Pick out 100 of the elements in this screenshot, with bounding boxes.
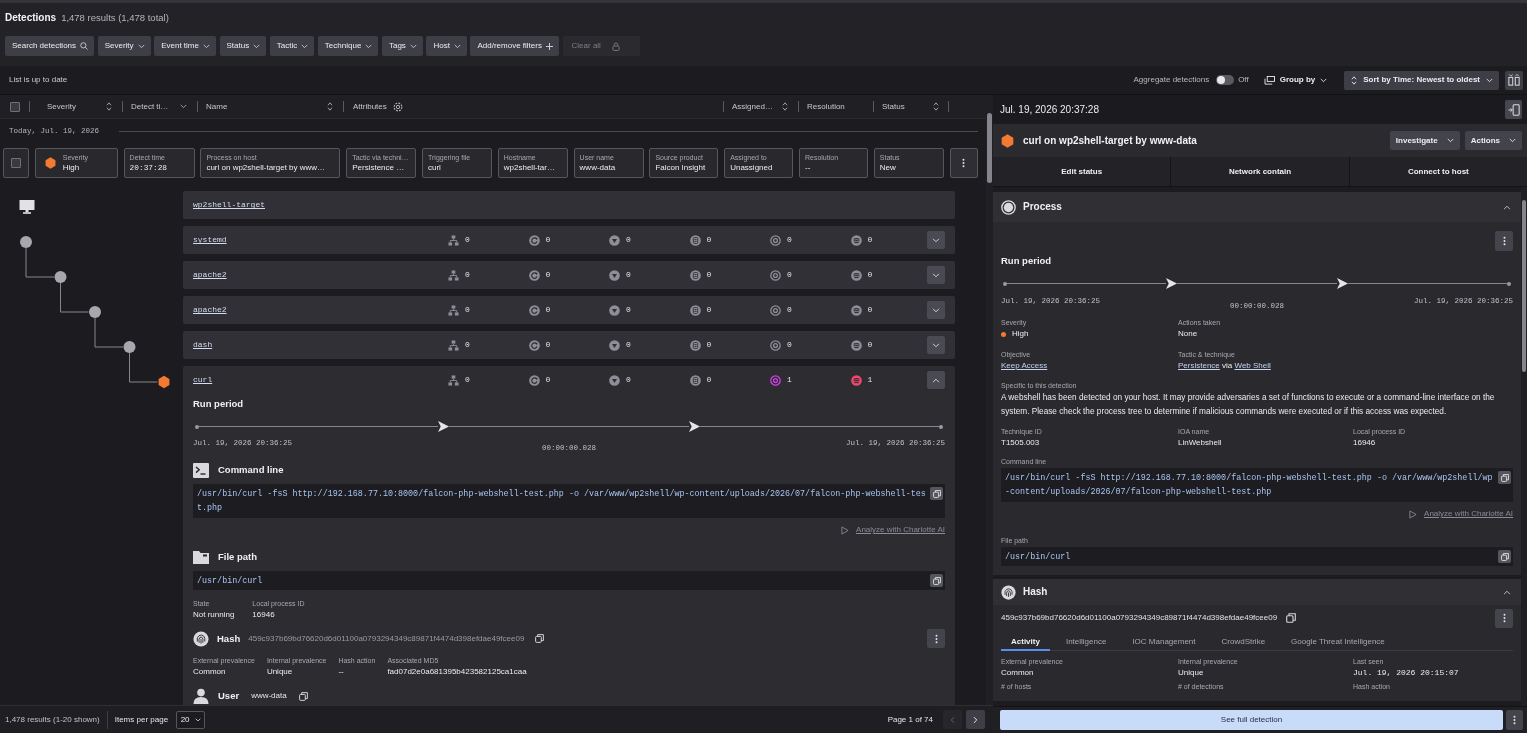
more-button[interactable] [1495, 231, 1513, 251]
count-value: 1 [867, 375, 873, 385]
column-header[interactable]: Severity [30, 96, 122, 117]
scrollbar[interactable] [1521, 187, 1527, 706]
fact-link[interactable]: Keep Access [1001, 361, 1048, 370]
column-header[interactable]: Status [874, 96, 948, 117]
filter-dropdown[interactable]: Status [219, 36, 267, 56]
see-full-detection-button[interactable]: See full detection [1000, 710, 1503, 730]
copy-icon[interactable] [535, 634, 545, 643]
detection-node[interactable] [158, 375, 170, 389]
count-value: 0 [626, 235, 631, 245]
host-link[interactable]: wp2shell-target [193, 200, 265, 210]
section-heading: Run period [1001, 255, 1053, 267]
fact-link[interactable]: Persistence [1178, 361, 1220, 370]
items-per-page-dropdown[interactable]: 20 [176, 710, 206, 729]
section-heading: Run period [193, 398, 245, 410]
fact-value: -- [338, 667, 345, 677]
section-title: Hash [1023, 586, 1048, 598]
filter-dropdown[interactable]: Severity [97, 36, 151, 56]
copy-button[interactable] [930, 487, 943, 500]
filter-dropdown[interactable]: Host [426, 36, 467, 56]
fact-value: fad07d2e0a681395b423582125ca1caa [387, 667, 527, 677]
more-button[interactable] [1506, 710, 1523, 730]
select-all-checkbox[interactable] [9, 101, 20, 112]
copy-button[interactable] [1498, 550, 1511, 563]
copy-button[interactable] [930, 574, 943, 587]
field-value: -- [804, 162, 812, 173]
count-value: 0 [867, 340, 873, 350]
chevron-down-icon [137, 43, 145, 49]
filter-dropdown[interactable]: Technique [317, 36, 379, 56]
count-value: 0 [545, 340, 551, 350]
sort-button[interactable]: Sort by Time: Newest to oldest [1344, 70, 1499, 90]
chevron-down-icon [932, 342, 940, 348]
field-value: Unassigned [730, 162, 774, 173]
fact-value: Common [1001, 668, 1035, 678]
column-header[interactable]: Resolution [799, 96, 873, 117]
column-header[interactable]: Detect ti… [123, 96, 197, 117]
process-link[interactable]: curl [193, 375, 213, 385]
fact-value: Unique [266, 667, 294, 677]
copy-button[interactable] [1498, 471, 1511, 484]
action-button[interactable]: Connect to host [1349, 157, 1527, 186]
column-header[interactable]: Assigned… [724, 96, 798, 117]
hexagon-icon [1001, 133, 1014, 148]
sort-icon [106, 102, 112, 111]
filter-dropdown[interactable]: Event time [154, 36, 216, 56]
tab[interactable]: Intelligence [1055, 634, 1117, 651]
chevron-down-icon [932, 307, 940, 313]
group-by-button[interactable]: Group by [1263, 71, 1328, 89]
chevron-down-icon [1320, 77, 1328, 83]
sort-icon [1351, 75, 1358, 85]
fact-link[interactable]: Web Shell [1234, 361, 1271, 370]
tab[interactable]: IOC Management [1122, 634, 1206, 651]
hexagon-icon [44, 157, 56, 169]
more-button[interactable] [927, 629, 945, 648]
menu-button[interactable]: Actions [1464, 131, 1522, 150]
count-value: 1 [787, 375, 792, 385]
action-button[interactable]: Network contain [1171, 157, 1349, 186]
more-button[interactable] [949, 148, 978, 178]
count-value: 0 [867, 235, 873, 245]
process-link[interactable]: systemd [193, 235, 227, 245]
more-button[interactable] [1495, 608, 1513, 628]
file-path-text: /usr/bin/curl [1005, 551, 1072, 564]
field-value: Falcon Insight [655, 162, 707, 173]
split-view-button[interactable] [1505, 70, 1523, 90]
kebab-icon [962, 158, 966, 168]
search-button[interactable]: Search detections [5, 36, 95, 56]
process-node[interactable] [20, 236, 32, 248]
collapse-panel-button[interactable] [1505, 100, 1522, 119]
process-node[interactable] [54, 271, 67, 283]
stack-icon [1263, 75, 1275, 85]
count-value: 0 [787, 305, 792, 315]
severity-dot [1001, 331, 1006, 337]
aggregate-toggle[interactable] [1216, 75, 1235, 85]
process-link[interactable]: apache2 [193, 270, 227, 280]
count-value: 0 [706, 235, 712, 245]
add-filter-button[interactable]: Add/remove filters [470, 36, 559, 56]
analyze-link[interactable]: Analyze with Charlotte AI [1409, 509, 1513, 519]
field-value: curl on wp2shell-target by www… [206, 162, 327, 173]
menu-button[interactable]: Investigate [1389, 131, 1460, 150]
action-button[interactable]: Edit status [993, 157, 1171, 186]
chevron-down-icon [409, 43, 417, 49]
tab[interactable]: Google Threat Intelligence [1281, 634, 1395, 651]
analyze-link[interactable]: Analyze with Charlotte AI [841, 525, 945, 535]
column-header[interactable]: Attributes [344, 96, 723, 117]
count-value: 0 [545, 375, 551, 385]
copy-icon[interactable] [1286, 613, 1297, 623]
tab[interactable]: CrowdStrike [1211, 634, 1276, 651]
scrollbar[interactable] [986, 95, 993, 705]
row-checkbox[interactable] [11, 158, 21, 168]
process-link[interactable]: apache2 [193, 305, 227, 315]
tab[interactable]: Activity [1001, 634, 1050, 651]
filter-dropdown[interactable]: Tactic [269, 36, 315, 56]
copy-icon[interactable] [298, 691, 308, 701]
filter-dropdown[interactable]: Tags [381, 36, 423, 56]
process-node[interactable] [123, 341, 136, 353]
count-value: 0 [465, 305, 470, 315]
chevron-down-icon [1446, 138, 1454, 143]
column-header[interactable]: Name [198, 96, 343, 117]
process-node[interactable] [89, 306, 101, 318]
process-link[interactable]: dash [193, 340, 213, 350]
